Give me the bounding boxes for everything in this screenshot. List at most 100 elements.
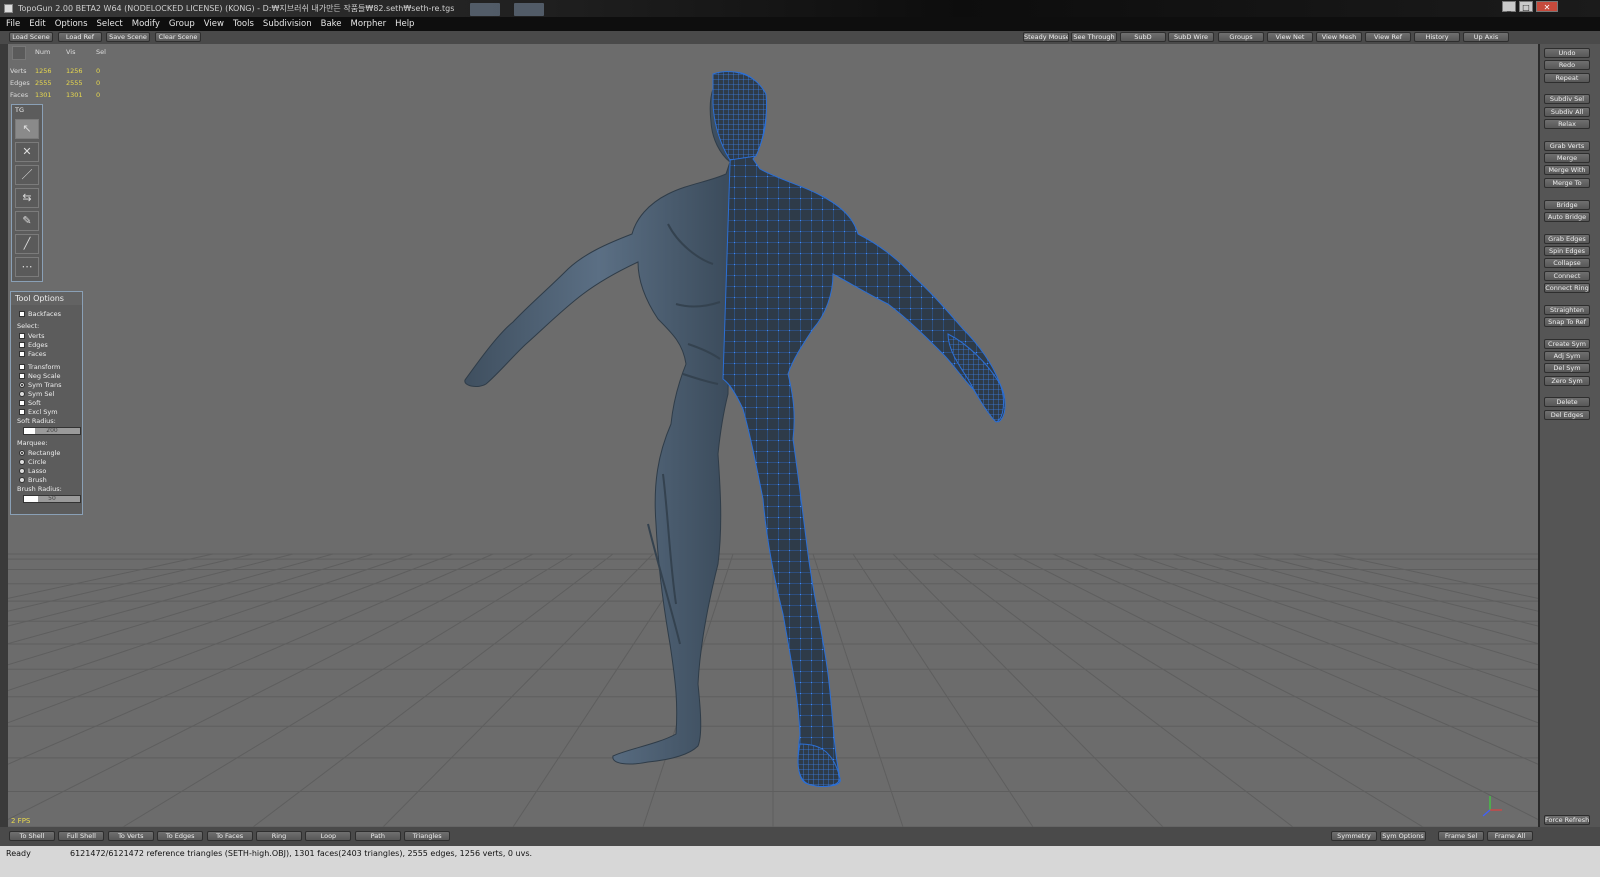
adj-sym-button[interactable]: Adj Sym (1544, 351, 1590, 361)
minimize-button[interactable]: _ (1502, 1, 1516, 12)
full-shell-button[interactable]: Full Shell (58, 831, 105, 841)
grab-verts-button[interactable]: Grab Verts (1544, 140, 1590, 151)
sym-trans-radio[interactable]: Sym Trans (19, 381, 62, 389)
merge-to-button[interactable]: Merge To (1544, 177, 1590, 188)
history-button[interactable]: History (1414, 32, 1460, 42)
select-faces-checkbox[interactable]: Faces (19, 350, 46, 358)
menu-tools[interactable]: Tools (233, 17, 254, 31)
backfaces-label: Backfaces (28, 310, 62, 318)
menu-morpher[interactable]: Morpher (351, 17, 387, 31)
auto-bridge-button[interactable]: Auto Bridge (1544, 211, 1590, 222)
del-edges-button[interactable]: Del Edges (1544, 409, 1590, 420)
soft-checkbox[interactable]: Soft (19, 399, 41, 407)
to-verts-button[interactable]: To Verts (107, 831, 154, 841)
marquee-brush-radio[interactable]: Brush (19, 476, 47, 484)
frame-all-button[interactable]: Frame All (1487, 831, 1533, 841)
connect-button[interactable]: Connect (1544, 270, 1590, 281)
transform-checkbox[interactable]: Transform (19, 363, 60, 371)
stats-toggle-icon[interactable] (12, 46, 26, 60)
symmetry-button[interactable]: Symmetry (1331, 831, 1377, 841)
marquee-lasso-radio[interactable]: Lasso (19, 467, 46, 475)
menu-bake[interactable]: Bake (321, 17, 342, 31)
brush-radius-slider[interactable]: 50 (23, 495, 81, 503)
ring-button[interactable]: Ring (256, 831, 302, 841)
triangles-button[interactable]: Triangles (404, 831, 451, 841)
select-verts-checkbox[interactable]: Verts (19, 332, 45, 340)
3d-viewport[interactable] (8, 44, 1538, 827)
view-ref-button[interactable]: View Ref (1365, 32, 1411, 42)
grid-line (8, 553, 214, 599)
subdiv-sel-button[interactable]: Subdiv Sel (1544, 94, 1590, 105)
close-button[interactable]: ✕ (1536, 1, 1558, 12)
view-mesh-button[interactable]: View Mesh (1316, 32, 1362, 42)
backfaces-checkbox[interactable]: Backfaces (19, 310, 61, 318)
load-scene-button[interactable]: Load Scene (9, 32, 53, 42)
steady-mouse-button[interactable]: Steady Mouse (1023, 32, 1069, 42)
menu-select[interactable]: Select (97, 17, 123, 31)
draw-tool-icon[interactable]: ／ (15, 165, 39, 185)
select-edges-checkbox[interactable]: Edges (19, 341, 48, 349)
groups-button[interactable]: Groups (1218, 32, 1264, 42)
grab-edges-button[interactable]: Grab Edges (1544, 233, 1590, 244)
clear-scene-button[interactable]: Clear Scene (155, 32, 201, 42)
spin-edges-button[interactable]: Spin Edges (1544, 245, 1590, 256)
to-shell-button[interactable]: To Shell (9, 831, 55, 841)
bridge-button[interactable]: Bridge (1544, 199, 1590, 210)
soft-radius-slider[interactable]: 200 (23, 427, 81, 435)
delete-tool-icon[interactable]: ✕ (15, 142, 39, 162)
select-tool-icon[interactable]: ↖ (15, 119, 39, 139)
stats-verts-vis: 1256 (66, 67, 83, 75)
marquee-rectangle-radio[interactable]: Rectangle (19, 449, 60, 457)
create-sym-button[interactable]: Create Sym (1544, 338, 1590, 349)
delete-button[interactable]: Delete (1544, 397, 1590, 408)
connect-ring-button[interactable]: Connect Ring (1544, 282, 1590, 293)
sym-options-button[interactable]: Sym Options (1380, 831, 1426, 841)
force-refresh-button[interactable]: Force Refresh (1544, 815, 1590, 825)
scene-canvas[interactable] (8, 44, 1538, 827)
undo-button[interactable]: Undo (1544, 48, 1590, 58)
to-edges-button[interactable]: To Edges (157, 831, 204, 841)
del-sym-button[interactable]: Del Sym (1544, 363, 1590, 374)
transform-label: Transform (28, 363, 61, 371)
bridge-tool-icon[interactable]: ⇆ (15, 188, 39, 208)
load-ref-button[interactable]: Load Ref (58, 32, 102, 42)
merge-button[interactable]: Merge (1544, 153, 1590, 164)
redo-button[interactable]: Redo (1544, 60, 1590, 71)
stats-header-num: Num (35, 48, 51, 56)
repeat-button[interactable]: Repeat (1544, 72, 1590, 83)
view-net-button[interactable]: View Net (1267, 32, 1313, 42)
zero-sym-button[interactable]: Zero Sym (1544, 375, 1590, 386)
collapse-button[interactable]: Collapse (1544, 258, 1590, 269)
loop-button[interactable]: Loop (305, 831, 352, 841)
see-through-button[interactable]: See Through (1071, 32, 1117, 42)
subd-wire-button[interactable]: SubD Wire (1168, 32, 1214, 42)
menu-modify[interactable]: Modify (132, 17, 160, 31)
grid-tool-icon[interactable]: ⋯ (15, 257, 39, 277)
neg-scale-checkbox[interactable]: Neg Scale (19, 372, 61, 380)
maximize-button[interactable]: □ (1519, 1, 1533, 12)
edge-tool-icon[interactable]: ╱ (15, 234, 39, 254)
snap-to-ref-button[interactable]: Snap To Ref (1544, 316, 1590, 327)
menu-view[interactable]: View (204, 17, 224, 31)
up-axis-button[interactable]: Up Axis (1463, 32, 1509, 42)
marquee-circle-radio[interactable]: Circle (19, 458, 46, 466)
menu-edit[interactable]: Edit (29, 17, 45, 31)
to-faces-button[interactable]: To Faces (206, 831, 253, 841)
subd-button[interactable]: SubD (1120, 32, 1166, 42)
sym-sel-radio[interactable]: Sym Sel (19, 390, 54, 398)
excl-sym-checkbox[interactable]: Excl Sym (19, 408, 58, 416)
save-scene-button[interactable]: Save Scene (106, 32, 150, 42)
menu-file[interactable]: File (6, 17, 20, 31)
frame-sel-button[interactable]: Frame Sel (1438, 831, 1484, 841)
straighten-button[interactable]: Straighten (1544, 304, 1590, 315)
subdiv-all-button[interactable]: Subdiv All (1544, 106, 1590, 117)
menu-options[interactable]: Options (55, 17, 88, 31)
menu-group[interactable]: Group (169, 17, 195, 31)
radio-icon (19, 382, 25, 388)
brush-tool-icon[interactable]: ✎ (15, 211, 39, 231)
merge-with-button[interactable]: Merge With (1544, 165, 1590, 176)
menu-help[interactable]: Help (395, 17, 414, 31)
relax-button[interactable]: Relax (1544, 119, 1590, 129)
path-button[interactable]: Path (354, 831, 401, 841)
menu-subdivision[interactable]: Subdivision (263, 17, 312, 31)
